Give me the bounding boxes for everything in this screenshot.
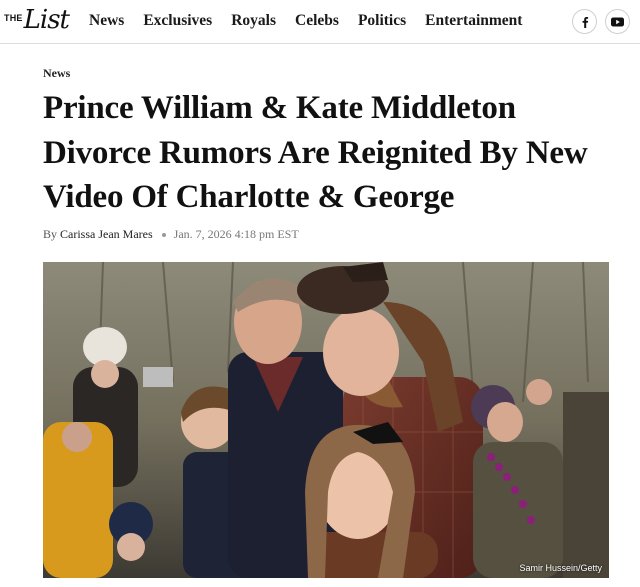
nav-item-entertainment[interactable]: Entertainment xyxy=(425,12,522,30)
nav-item-exclusives[interactable]: Exclusives xyxy=(143,12,212,30)
site-header: THE List News Exclusives Royals Celebs P… xyxy=(0,0,640,44)
facebook-icon xyxy=(582,16,588,28)
publish-date: Jan. 7, 2026 4:18 pm EST xyxy=(173,227,299,241)
byline-prefix: By xyxy=(43,227,58,241)
youtube-button[interactable] xyxy=(605,9,630,34)
facebook-button[interactable] xyxy=(572,9,597,34)
article-title: Prince William & Kate Middleton Divorce … xyxy=(43,90,588,215)
nav-item-celebs[interactable]: Celebs xyxy=(295,12,339,30)
article-category[interactable]: News xyxy=(43,66,70,81)
nav-item-politics[interactable]: Politics xyxy=(358,12,406,30)
youtube-icon xyxy=(611,17,624,26)
nav-item-royals[interactable]: Royals xyxy=(231,12,276,30)
site-logo[interactable]: THE List xyxy=(4,5,70,35)
photo-credit: Samir Hussein/Getty xyxy=(519,563,602,573)
author-link[interactable]: Carissa Jean Mares xyxy=(60,227,153,242)
article-byline: By Carissa Jean Mares Jan. 7, 2026 4:18 … xyxy=(43,227,299,242)
article-hero-image: Samir Hussein/Getty xyxy=(43,262,609,578)
byline-separator xyxy=(161,232,166,237)
nav-item-news[interactable]: News xyxy=(89,12,124,30)
social-links xyxy=(572,9,630,34)
main-nav: News Exclusives Royals Celebs Politics E… xyxy=(89,12,541,30)
logo-the: THE xyxy=(4,13,23,23)
hero-photo-illustration xyxy=(43,262,609,578)
logo-list: List xyxy=(23,5,70,35)
